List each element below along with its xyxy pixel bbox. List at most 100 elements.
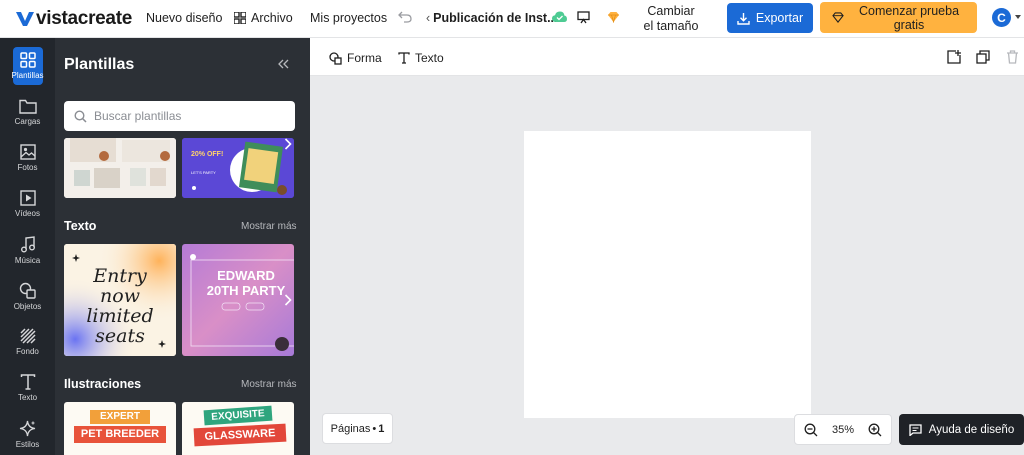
text-tool-label: Texto: [415, 51, 444, 65]
new-design-label: Nuevo diseño: [146, 11, 223, 25]
template-thumbnail[interactable]: [64, 138, 176, 198]
search-input[interactable]: [94, 109, 284, 123]
shapes-icon: [329, 51, 342, 65]
presentation-icon: [577, 11, 590, 24]
template-headline: Entry now limited seats: [64, 266, 176, 346]
rail-item-uploads[interactable]: Cargas: [0, 90, 55, 134]
export-button[interactable]: Exportar: [727, 3, 813, 33]
add-page-button[interactable]: [947, 50, 961, 64]
show-more-illustrations-link[interactable]: Mostrar más: [241, 379, 297, 390]
rail-item-styles[interactable]: Estilos: [0, 412, 55, 455]
music-icon: [20, 235, 35, 252]
horizontal-scrollbar[interactable]: [310, 447, 1024, 455]
text-icon: [20, 374, 35, 390]
templates-icon: [19, 52, 36, 68]
zoom-level[interactable]: 35%: [832, 424, 854, 436]
template-thumbnail[interactable]: EXQUISITE GLASSWARE: [182, 402, 294, 455]
cloud-check-icon: [552, 11, 567, 22]
text-tool-button[interactable]: Texto: [398, 51, 444, 65]
template-search-field[interactable]: [64, 101, 295, 131]
zoom-in-icon: [868, 423, 882, 436]
rail-item-background[interactable]: Fondo: [0, 320, 55, 364]
rail-item-videos[interactable]: Vídeos: [0, 182, 55, 226]
template-thumbnail[interactable]: Entry now limited seats: [64, 244, 176, 356]
top-bar: vistacreate Nuevo diseño Archivo Mis pro…: [0, 0, 1024, 38]
grid-icon: [234, 12, 246, 24]
trash-icon: [1007, 50, 1018, 64]
document-title[interactable]: ‹ Publicación de Inst...: [426, 11, 558, 25]
badge-label: GLASSWARE: [193, 423, 287, 447]
zoom-out-button[interactable]: [804, 423, 818, 437]
headline-line: seats: [95, 325, 145, 347]
new-design-button[interactable]: Nuevo diseño: [146, 11, 222, 25]
interior-template-preview-icon: [64, 138, 176, 198]
duplicate-button[interactable]: [976, 50, 990, 64]
show-more-text-link[interactable]: Mostrar más: [241, 221, 297, 232]
scroll-right-button[interactable]: [281, 134, 295, 154]
rail-item-label: Cargas: [14, 116, 41, 126]
headline-line: 20TH PARTY: [206, 283, 286, 298]
rail-item-templates[interactable]: Plantillas: [0, 44, 55, 88]
template-thumbnail[interactable]: EDWARD 20TH PARTY: [182, 244, 294, 356]
template-thumbnail[interactable]: EXPERT PET BREEDER: [64, 402, 176, 455]
scroll-right-button[interactable]: [281, 290, 295, 310]
rail-item-label: Plantillas: [11, 71, 44, 80]
start-trial-button[interactable]: Comenzar prueba gratis: [820, 2, 977, 33]
design-help-button[interactable]: Ayuda de diseño: [899, 414, 1024, 445]
user-avatar[interactable]: C: [992, 8, 1011, 27]
delete-button[interactable]: [1006, 50, 1020, 64]
party-sale-preview-icon: [182, 138, 294, 198]
double-chevron-left-icon: [278, 59, 289, 69]
sparkle-icon: [19, 420, 36, 436]
left-rail: Plantillas Cargas Fotos Vídeos Música Ob…: [0, 38, 55, 455]
resize-label: Cambiar el tamaño: [643, 4, 699, 33]
resize-button[interactable]: Cambiar el tamaño: [642, 4, 700, 34]
template-thumbnail[interactable]: 20% OFF! LET'S PARTY: [182, 138, 294, 198]
vistacreate-logo-icon: [16, 11, 34, 26]
section-title-illustrations: Ilustraciones: [64, 377, 142, 391]
collapse-panel-button[interactable]: [275, 56, 291, 72]
undo-button[interactable]: [398, 11, 412, 23]
rail-item-text[interactable]: Texto: [0, 366, 55, 410]
start-trial-label: Comenzar prueba gratis: [858, 3, 960, 32]
pages-separator: •: [372, 422, 377, 435]
shape-tool-button[interactable]: Forma: [329, 51, 382, 65]
file-menu-button[interactable]: Archivo: [234, 11, 293, 25]
present-button[interactable]: [577, 11, 590, 24]
diamond-icon: [608, 12, 619, 23]
folder-icon: [18, 99, 37, 114]
template-headline: EDWARD 20TH PARTY: [182, 268, 294, 298]
premium-badge[interactable]: [607, 11, 620, 23]
design-help-label: Ayuda de diseño: [928, 423, 1015, 436]
export-label: Exportar: [755, 11, 804, 25]
shapes-icon: [19, 282, 36, 299]
rail-item-label: Texto: [17, 393, 38, 402]
headline-line: Entry: [93, 265, 147, 287]
text-icon: [398, 52, 410, 64]
brand-logo[interactable]: vistacreate: [16, 8, 132, 30]
headline-line: limited: [86, 305, 154, 327]
file-menu-label: Archivo: [251, 11, 293, 25]
design-artboard[interactable]: [524, 131, 811, 418]
rail-item-label: Objetos: [13, 301, 42, 311]
pages-label: Páginas: [330, 422, 371, 435]
zoom-control: 35%: [794, 414, 892, 445]
my-projects-label: Mis proyectos: [310, 11, 388, 25]
zoom-in-button[interactable]: [868, 423, 882, 437]
search-icon: [74, 109, 87, 123]
chevron-right-icon: [284, 138, 292, 150]
badge-label: EXQUISITE: [203, 405, 273, 426]
headline-line: EDWARD: [217, 268, 275, 283]
rail-item-music[interactable]: Música: [0, 228, 55, 272]
rail-item-label: Fotos: [17, 163, 38, 172]
canvas-toolbar: Forma Texto: [310, 38, 1024, 76]
account-chevron-down-icon[interactable]: [1015, 15, 1021, 19]
pages-button[interactable]: Páginas • 1: [322, 413, 393, 444]
my-projects-button[interactable]: Mis proyectos: [310, 11, 387, 25]
shape-tool-label: Forma: [347, 51, 382, 65]
templates-panel: Plantillas 20% OFF! LET'S: [55, 38, 310, 455]
rail-item-photos[interactable]: Fotos: [0, 136, 55, 180]
cloud-sync-status[interactable]: [552, 11, 567, 23]
diamond-icon: [832, 12, 844, 23]
rail-item-objects[interactable]: Objetos: [0, 274, 55, 318]
